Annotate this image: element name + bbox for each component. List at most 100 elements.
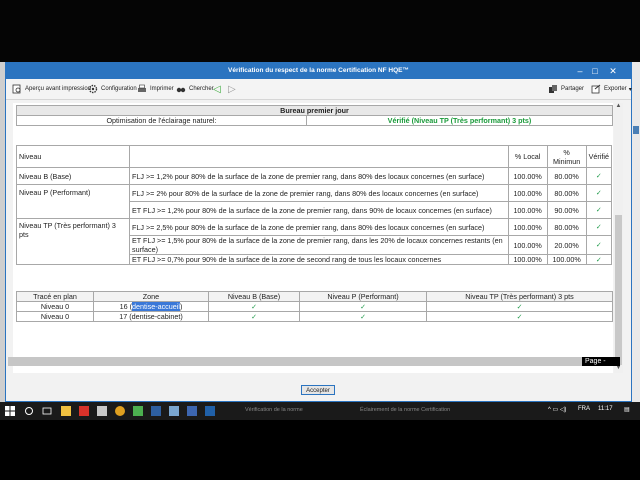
col-verifie: Vérifié (585, 145, 613, 168)
document-app-icon[interactable] (97, 406, 107, 416)
minimum-value: 20.00% (546, 235, 587, 255)
levels-table: Niveau % Local % Minimun Vérifié Niveau … (16, 145, 613, 265)
search-button[interactable]: Chercher (176, 83, 214, 95)
background-app-icon (633, 126, 639, 134)
zone-cell[interactable]: 17 (dentise-cabinet) (93, 311, 209, 322)
local-value: 100.00% (507, 167, 548, 185)
media-app-icon[interactable] (79, 406, 89, 416)
background-window-edge-right (632, 62, 640, 402)
col-minimum: % Minimun (546, 145, 587, 168)
binoculars-icon (176, 87, 186, 93)
forward-arrow-icon[interactable]: ▷ (228, 83, 236, 95)
local-value: 100.00% (507, 218, 548, 236)
app-icon-dark-blue[interactable] (187, 406, 197, 416)
back-arrow-icon[interactable]: ◁ (213, 83, 221, 95)
report-title: Bureau premier jour (16, 105, 613, 116)
task-view-icon[interactable] (42, 406, 52, 416)
configuration-button[interactable]: Configuration (88, 83, 137, 95)
share-button[interactable]: Partager (548, 83, 584, 95)
title-bar: Vérification du respect de la norme Cert… (6, 63, 631, 79)
zone-number: 16 ( (119, 302, 133, 311)
desktop-top-area (0, 0, 640, 62)
scrollbar-thumb[interactable] (615, 215, 622, 365)
check-icon: ✓ (585, 218, 613, 236)
export-label: Exporter (604, 86, 627, 92)
close-button[interactable]: ✕ (606, 65, 620, 77)
zone-link[interactable]: dentise-accueil (132, 302, 180, 311)
search-icon[interactable] (24, 406, 34, 416)
summary-table: Bureau premier jour Optimisation de l'éc… (16, 105, 613, 126)
gear-icon (88, 84, 98, 94)
level-name: Niveau P (Performant) (16, 184, 130, 219)
check-icon: ✓ (208, 301, 300, 312)
criteria-text: FLJ >= 2% pour 80% de la surface de la z… (129, 184, 509, 202)
local-value: 100.00% (507, 201, 548, 219)
clock[interactable]: 11:17 (598, 406, 613, 412)
col-niveau-b: Niveau B (Base) (208, 291, 300, 302)
criteria-text: ET FLJ >= 1,5% pour 80% de la surface de… (129, 235, 509, 255)
col-trace: Tracé en plan (16, 291, 94, 302)
criteria-text: FLJ >= 1,2% pour 80% de la surface de la… (129, 167, 509, 185)
notification-icon[interactable]: ▤ (624, 406, 630, 413)
zone-plan: Niveau 0 (16, 311, 94, 322)
scroll-up-icon[interactable]: ▲ (614, 103, 623, 109)
taskbar-window-1[interactable]: Vérification de la norme (245, 407, 303, 413)
criterion-result: Vérifié (Niveau TP (Très performant) 3 p… (306, 115, 613, 126)
file-explorer-icon[interactable] (61, 406, 71, 416)
check-icon: ✓ (208, 311, 300, 322)
col-zone: Zone (93, 291, 209, 302)
horizontal-scrollbar[interactable] (8, 357, 590, 366)
check-icon: ✓ (299, 311, 427, 322)
minimum-value: 80.00% (546, 167, 587, 185)
maximize-button[interactable]: □ (588, 65, 602, 77)
col-criteria (129, 145, 509, 168)
accept-button[interactable]: Accepter (301, 385, 335, 395)
check-icon: ✓ (585, 167, 613, 185)
printer-icon (138, 84, 146, 92)
windows-start-icon[interactable] (5, 406, 15, 416)
level-name: Niveau TP (Très performant) 3 pts (16, 218, 130, 265)
chrome-icon[interactable] (115, 406, 125, 416)
zone-link[interactable]: dentise-cabinet (132, 312, 181, 321)
zone-suffix: ) (179, 302, 183, 311)
vertical-scrollbar[interactable]: ▲ ▼ (614, 103, 623, 373)
preview-button[interactable]: Aperçu avant impression (12, 83, 91, 95)
app-icon[interactable] (133, 406, 143, 416)
zone-plan: Niveau 0 (16, 301, 94, 312)
word-icon[interactable] (151, 406, 161, 416)
minimize-button[interactable]: – (573, 65, 587, 77)
check-icon: ✓ (585, 201, 613, 219)
report-content: Bureau premier jour Optimisation de l'éc… (13, 103, 613, 373)
export-button[interactable]: Exporter ▾ (591, 83, 632, 95)
check-icon: ✓ (585, 254, 613, 265)
print-preview-icon (12, 84, 21, 94)
col-niveau-p: Niveau P (Performant) (299, 291, 427, 302)
taskbar: Vérification de la norme Éclairement de … (0, 402, 640, 420)
taskbar-window-2[interactable]: Éclairement de la norme Certification (360, 407, 450, 413)
language-indicator[interactable]: FRA (578, 406, 590, 412)
print-button[interactable]: Imprimer (137, 83, 174, 95)
configuration-label: Configuration (101, 86, 137, 92)
active-app-icon[interactable] (205, 406, 215, 416)
export-icon (591, 84, 601, 94)
chevron-down-icon: ▾ (628, 86, 632, 93)
check-icon: ✓ (426, 311, 613, 322)
criterion-label: Optimisation de l'éclairage naturel: (16, 115, 307, 126)
local-value: 100.00% (507, 254, 548, 265)
local-value: 100.00% (507, 184, 548, 202)
zone-cell[interactable]: 16 (dentise-accueil) (93, 301, 209, 312)
check-icon: ✓ (426, 301, 613, 312)
minimum-value: 80.00% (546, 184, 587, 202)
zone-suffix: ) (180, 312, 183, 321)
local-value: 100.00% (507, 235, 548, 255)
minimum-value: 100.00% (546, 254, 587, 265)
col-niveau: Niveau (16, 145, 130, 168)
tray-icons[interactable]: ^ ▭ ◁) (548, 406, 566, 413)
col-niveau-tp: Niveau TP (Très performant) 3 pts (426, 291, 613, 302)
criteria-text: ET FLJ >= 0,7% pour 90% de la surface de… (129, 254, 509, 265)
share-icon (549, 85, 557, 93)
search-label: Chercher (189, 86, 214, 92)
share-label: Partager (561, 86, 585, 92)
app-icon-blue[interactable] (169, 406, 179, 416)
criteria-text: ET FLJ >= 1,2% pour 80% de la surface de… (129, 201, 509, 219)
